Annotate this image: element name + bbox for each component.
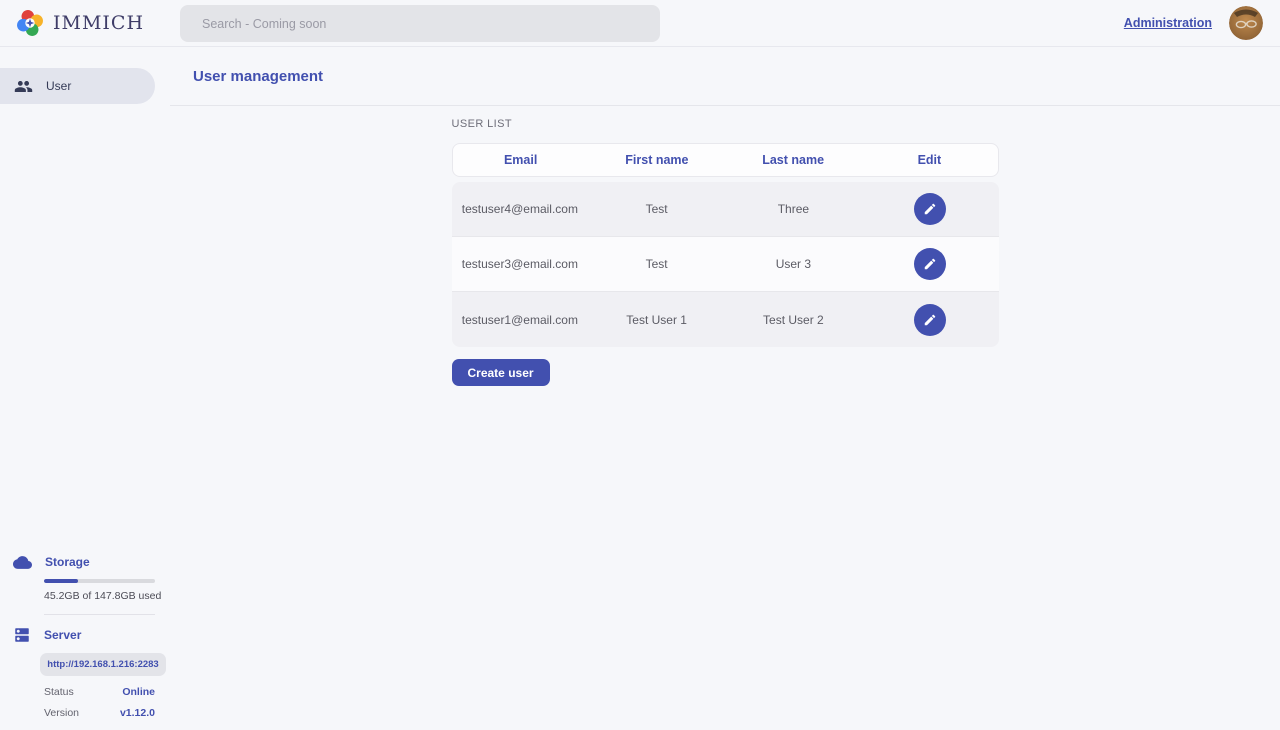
server-title: Server [44,628,81,642]
server-version-row: Version v1.12.0 [44,707,155,718]
edit-user-button[interactable] [914,248,946,280]
sidebar-bottom-panel: Storage 45.2GB of 147.8GB used Server ht… [0,553,170,718]
cloud-icon [13,553,32,572]
cell-edit [862,248,999,280]
top-navbar: IMMICH Administration [0,0,1280,47]
navbar-right-group: Administration [1124,6,1280,40]
table-header-row: EmailFirst nameLast nameEdit [452,143,999,177]
cell-email: testuser1@email.com [452,313,589,327]
user-avatar[interactable] [1229,6,1263,40]
app-title: IMMICH [53,12,144,34]
server-status-row: Status Online [44,686,155,697]
page-title-bar: User management [170,47,1280,106]
sidebar: User Storage 45.2GB of 147.8GB used Serv… [0,47,170,730]
table-row: testuser4@email.com Test Three [452,182,999,237]
group-icon [14,77,33,96]
cell-last-name: User 3 [725,257,862,271]
sidebar-item-user[interactable]: User [0,68,155,104]
server-icon [13,626,31,644]
administration-link[interactable]: Administration [1124,16,1212,30]
search-bar [180,5,660,42]
cell-email: testuser4@email.com [452,202,589,216]
pencil-icon [923,202,937,216]
storage-progress-bar [44,579,155,583]
cell-first-name: Test [588,257,725,271]
cell-last-name: Test User 2 [725,313,862,327]
cell-first-name: Test User 1 [588,313,725,327]
create-user-button[interactable]: Create user [452,359,550,386]
sidebar-divider [44,614,155,615]
section-label: USER LIST [452,118,999,130]
search-input[interactable] [180,5,660,42]
cell-edit [862,193,999,225]
server-section-header: Server [13,626,170,644]
edit-user-button[interactable] [914,193,946,225]
table-body: testuser4@email.com Test Three testuser3… [452,182,999,347]
table-row: testuser3@email.com Test User 3 [452,237,999,292]
storage-title: Storage [45,555,90,569]
storage-section-header: Storage [13,553,170,571]
edit-user-button[interactable] [914,304,946,336]
pencil-icon [923,257,937,271]
storage-usage-text: 45.2GB of 147.8GB used [44,590,170,602]
column-header: Last name [725,153,861,167]
user-list-section: USER LIST EmailFirst nameLast nameEdit t… [452,118,999,386]
status-label: Status [44,686,74,698]
pencil-icon [923,313,937,327]
page-title: User management [193,68,323,85]
cell-first-name: Test [588,202,725,216]
sidebar-item-label: User [46,79,71,93]
column-header: Email [453,153,589,167]
version-value: v1.12.0 [120,707,155,719]
status-value: Online [122,686,155,698]
version-label: Version [44,707,79,719]
immich-flower-logo-icon [16,9,44,37]
main-content: User management USER LIST EmailFirst nam… [170,47,1280,730]
table-row: testuser1@email.com Test User 1 Test Use… [452,292,999,347]
app-logo[interactable]: IMMICH [0,9,144,37]
cell-email: testuser3@email.com [452,257,589,271]
column-header: Edit [861,153,997,167]
storage-progress-fill [44,579,78,583]
column-header: First name [589,153,725,167]
cell-last-name: Three [725,202,862,216]
cell-edit [862,304,999,336]
server-url-badge: http://192.168.1.216:2283 [40,653,166,676]
